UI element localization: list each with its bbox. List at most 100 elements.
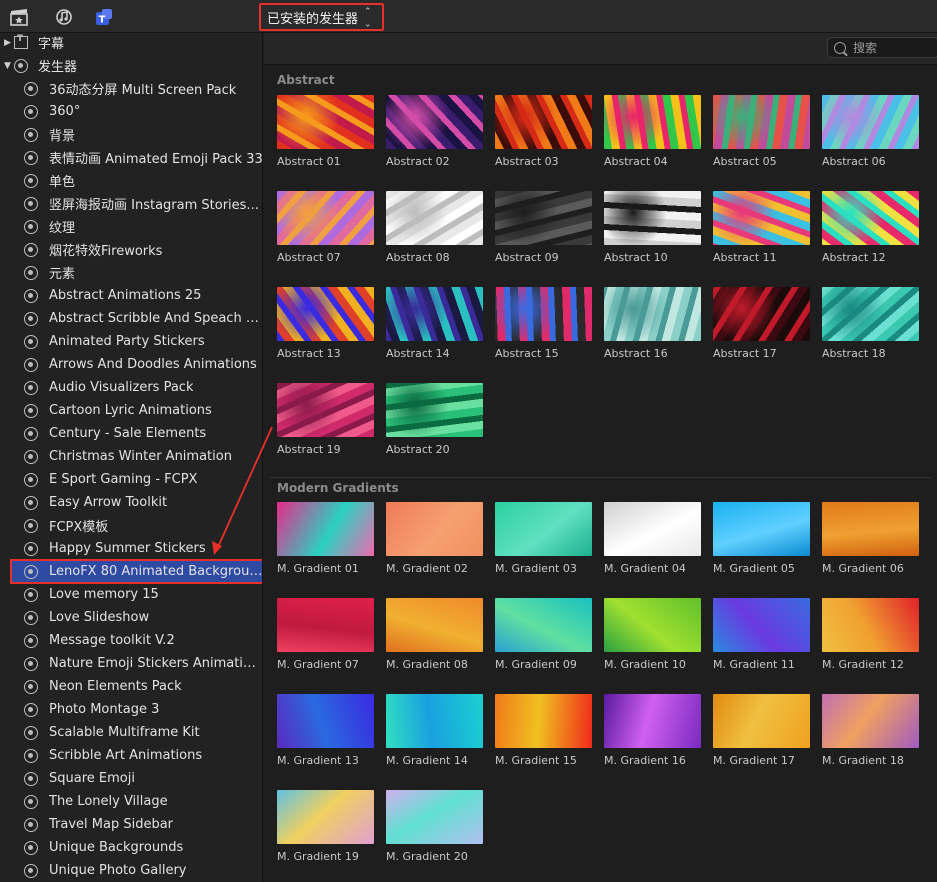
generator-tile[interactable]: Abstract 16 xyxy=(604,287,701,360)
tile-thumbnail[interactable] xyxy=(386,383,483,437)
tile-thumbnail[interactable] xyxy=(386,694,483,748)
generator-tile[interactable]: Abstract 08 xyxy=(386,191,483,264)
generator-tile[interactable]: Abstract 01 xyxy=(277,95,374,168)
generator-tile[interactable]: M. Gradient 17 xyxy=(713,694,810,767)
tile-thumbnail[interactable] xyxy=(386,598,483,652)
sidebar-item[interactable]: 纹理 xyxy=(0,215,262,238)
generator-tile[interactable]: M. Gradient 02 xyxy=(386,502,483,575)
sidebar-item[interactable]: E Sport Gaming - FCPX xyxy=(0,468,262,491)
tile-thumbnail[interactable] xyxy=(495,598,592,652)
generator-tile[interactable]: Abstract 18 xyxy=(822,287,919,360)
generator-tile[interactable]: M. Gradient 16 xyxy=(604,694,701,767)
tile-thumbnail[interactable] xyxy=(386,790,483,844)
generator-tile[interactable]: Abstract 05 xyxy=(713,95,810,168)
generator-tile[interactable]: Abstract 14 xyxy=(386,287,483,360)
tile-thumbnail[interactable] xyxy=(495,287,592,341)
sidebar-item[interactable]: Audio Visualizers Pack xyxy=(0,376,262,399)
tile-thumbnail[interactable] xyxy=(713,502,810,556)
generator-tile[interactable]: Abstract 15 xyxy=(495,287,592,360)
tile-thumbnail[interactable] xyxy=(386,502,483,556)
tile-thumbnail[interactable] xyxy=(822,95,919,149)
generator-tile[interactable]: Abstract 13 xyxy=(277,287,374,360)
generator-tile[interactable]: Abstract 17 xyxy=(713,287,810,360)
generator-tile[interactable]: Abstract 12 xyxy=(822,191,919,264)
tile-thumbnail[interactable] xyxy=(495,95,592,149)
sidebar-item[interactable]: Happy Summer Stickers xyxy=(0,537,262,560)
tile-thumbnail[interactable] xyxy=(277,598,374,652)
generator-tile[interactable]: M. Gradient 13 xyxy=(277,694,374,767)
tile-thumbnail[interactable] xyxy=(277,191,374,245)
generator-tile[interactable]: M. Gradient 03 xyxy=(495,502,592,575)
generator-tile[interactable]: M. Gradient 15 xyxy=(495,694,592,767)
sidebar-item[interactable]: Unique Photo Gallery xyxy=(0,859,262,882)
sidebar-item[interactable]: LenoFX 80 Animated Backgrounds xyxy=(10,559,262,584)
sidebar-item[interactable]: 烟花特效Fireworks xyxy=(0,238,262,261)
generator-tile[interactable]: Abstract 19 xyxy=(277,383,374,456)
tile-thumbnail[interactable] xyxy=(495,502,592,556)
sidebar-item[interactable]: Photo Montage 3 xyxy=(0,698,262,721)
sidebar-item[interactable]: Unique Backgrounds xyxy=(0,836,262,859)
tile-thumbnail[interactable] xyxy=(822,502,919,556)
tile-thumbnail[interactable] xyxy=(277,287,374,341)
generator-tile[interactable]: Abstract 02 xyxy=(386,95,483,168)
generator-tile[interactable]: Abstract 07 xyxy=(277,191,374,264)
tile-thumbnail[interactable] xyxy=(713,95,810,149)
generator-tile[interactable]: M. Gradient 01 xyxy=(277,502,374,575)
tile-thumbnail[interactable] xyxy=(604,598,701,652)
music-photo-icon[interactable] xyxy=(52,6,74,28)
generator-tile[interactable]: Abstract 09 xyxy=(495,191,592,264)
sidebar-item[interactable]: FCPX模板 xyxy=(0,514,262,537)
generator-tile[interactable]: Abstract 11 xyxy=(713,191,810,264)
tile-thumbnail[interactable] xyxy=(822,694,919,748)
sidebar-item[interactable]: Travel Map Sidebar xyxy=(0,813,262,836)
sidebar-item[interactable]: 360° xyxy=(0,100,262,123)
sidebar-item[interactable]: Scribble Art Animations xyxy=(0,744,262,767)
sidebar-item[interactable]: Scalable Multiframe Kit xyxy=(0,721,262,744)
sidebar-item[interactable]: Easy Arrow Toolkit xyxy=(0,491,262,514)
generator-tile[interactable]: M. Gradient 10 xyxy=(604,598,701,671)
generator-tile[interactable]: M. Gradient 07 xyxy=(277,598,374,671)
titles-generators-icon[interactable]: T xyxy=(93,6,115,28)
sidebar-item[interactable]: Christmas Winter Animation xyxy=(0,445,262,468)
sidebar-item[interactable]: Message toolkit V.2 xyxy=(0,629,262,652)
tile-thumbnail[interactable] xyxy=(713,598,810,652)
tile-thumbnail[interactable] xyxy=(386,287,483,341)
tile-thumbnail[interactable] xyxy=(713,287,810,341)
generator-tile[interactable]: Abstract 04 xyxy=(604,95,701,168)
tile-thumbnail[interactable] xyxy=(277,383,374,437)
tile-thumbnail[interactable] xyxy=(277,95,374,149)
tile-thumbnail[interactable] xyxy=(713,191,810,245)
sidebar-item[interactable]: 36动态分屏 Multi Screen Pack xyxy=(0,77,262,100)
clapperboard-star-icon[interactable] xyxy=(8,6,30,28)
tile-thumbnail[interactable] xyxy=(495,694,592,748)
generator-tile[interactable]: Abstract 03 xyxy=(495,95,592,168)
sidebar-item[interactable]: Nature Emoji Stickers Animations xyxy=(0,652,262,675)
generators-dropdown[interactable]: 已安装的发生器 ⌃ ⌃ xyxy=(259,3,384,31)
generator-tile[interactable]: M. Gradient 12 xyxy=(822,598,919,671)
tile-thumbnail[interactable] xyxy=(277,790,374,844)
tile-thumbnail[interactable] xyxy=(822,287,919,341)
tile-thumbnail[interactable] xyxy=(604,95,701,149)
sidebar-item-generators[interactable]: ▼ 发生器 xyxy=(0,54,262,77)
search-input[interactable]: 搜索 xyxy=(827,37,937,58)
generator-tile[interactable]: M. Gradient 20 xyxy=(386,790,483,863)
generator-tile[interactable]: M. Gradient 18 xyxy=(822,694,919,767)
sidebar-item[interactable]: Animated Party Stickers xyxy=(0,330,262,353)
tile-thumbnail[interactable] xyxy=(713,694,810,748)
generator-tile[interactable]: M. Gradient 09 xyxy=(495,598,592,671)
generator-tile[interactable]: Abstract 20 xyxy=(386,383,483,456)
sidebar-item[interactable]: Love Slideshow xyxy=(0,606,262,629)
generator-tile[interactable]: M. Gradient 11 xyxy=(713,598,810,671)
generator-tile[interactable]: Abstract 10 xyxy=(604,191,701,264)
disclosure-right-icon[interactable]: ▶ xyxy=(4,38,14,48)
generator-tile[interactable]: M. Gradient 04 xyxy=(604,502,701,575)
generator-tile[interactable]: M. Gradient 05 xyxy=(713,502,810,575)
tile-thumbnail[interactable] xyxy=(277,694,374,748)
tile-thumbnail[interactable] xyxy=(604,191,701,245)
tile-thumbnail[interactable] xyxy=(386,95,483,149)
generator-tile[interactable]: M. Gradient 08 xyxy=(386,598,483,671)
generator-tile[interactable]: M. Gradient 14 xyxy=(386,694,483,767)
sidebar-item[interactable]: 元素 xyxy=(0,261,262,284)
sidebar-item[interactable]: Century - Sale Elements xyxy=(0,422,262,445)
tile-thumbnail[interactable] xyxy=(386,191,483,245)
